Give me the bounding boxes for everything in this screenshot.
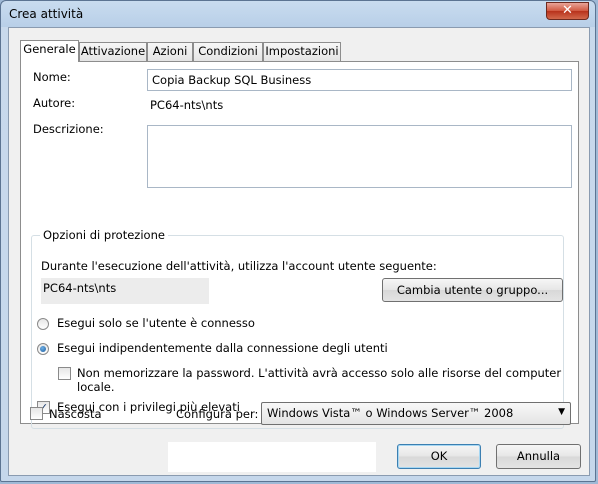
security-group-title: Opzioni di protezione [40, 228, 168, 242]
description-label: Descrizione: [33, 122, 104, 136]
account-prompt: Durante l'esecuzione dell'attività, util… [41, 259, 437, 273]
hidden-checkbox[interactable] [30, 407, 43, 420]
ok-button[interactable]: OK [397, 444, 481, 469]
configure-for-value: Windows Vista™ o Windows Server™ 2008 [267, 406, 514, 420]
close-icon: ✕ [562, 3, 573, 18]
account-value: PC64-nts\nts [41, 278, 209, 304]
tab-generale[interactable]: Generale [20, 40, 79, 62]
radio-run-whether-logged-on[interactable] [37, 343, 49, 355]
chevron-down-icon: ▼ [558, 407, 565, 417]
description-textarea[interactable] [147, 125, 572, 188]
change-user-button[interactable]: Cambia utente o gruppo... [382, 278, 563, 302]
radio-run-whether-logged-on-label: Esegui indipendentemente dalla connessio… [57, 341, 388, 355]
name-label: Nome: [33, 70, 71, 84]
tab-attivazione[interactable]: Attivazione [79, 42, 147, 61]
cancel-button[interactable]: Annulla [496, 444, 581, 469]
window-title: Crea attività [9, 7, 84, 21]
security-options-group: Opzioni di protezione Durante l'esecuzio… [31, 228, 564, 429]
author-value: PC64-nts\nts [150, 98, 224, 112]
hidden-label: Nascosta [49, 407, 102, 421]
radio-run-only-logged-on-label: Esegui solo se l'utente è connesso [57, 316, 255, 330]
create-task-window: Crea attività ✕ Generale Attivazione Azi… [0, 0, 596, 482]
author-label: Autore: [33, 96, 76, 110]
no-password-checkbox[interactable] [58, 367, 71, 380]
dialog-body: Generale Attivazione Azioni Condizioni I… [8, 27, 590, 476]
tab-impostazioni[interactable]: Impostazioni [263, 42, 341, 61]
blank-area [168, 442, 376, 472]
tab-azioni[interactable]: Azioni [147, 42, 193, 61]
general-tab-panel: Nome: Copia Backup SQL Business Autore: … [20, 61, 579, 429]
close-button[interactable]: ✕ [546, 2, 589, 20]
title-bar[interactable]: Crea attività ✕ [1, 1, 595, 27]
tab-condizioni[interactable]: Condizioni [193, 42, 263, 61]
name-input[interactable]: Copia Backup SQL Business [147, 69, 572, 91]
radio-run-only-logged-on[interactable] [37, 318, 49, 330]
configure-for-label: Configura per: [176, 407, 259, 421]
configure-for-select[interactable]: Windows Vista™ o Windows Server™ 2008 ▼ [261, 402, 571, 425]
no-password-label: Non memorizzare la password. L'attività … [77, 366, 562, 394]
